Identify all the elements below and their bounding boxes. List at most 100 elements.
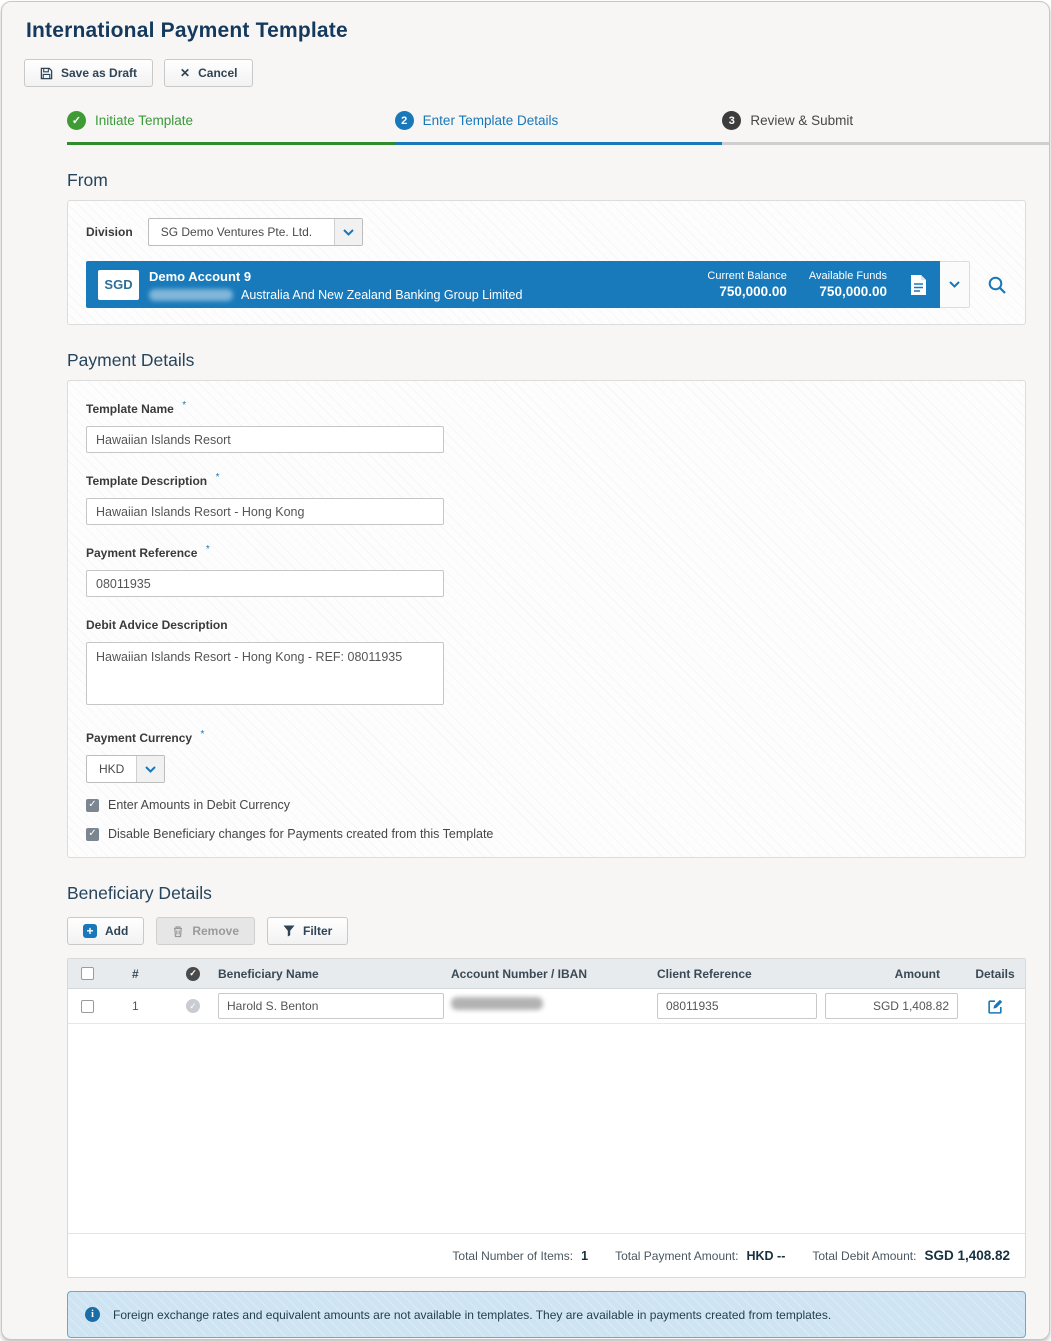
debit-advice-description-textarea[interactable]: Hawaiian Islands Resort - Hong Kong - RE… [86,642,444,705]
step-initiate-template[interactable]: ✓ Initiate Template [67,111,395,145]
payment-currency-value: HKD [87,756,136,782]
payment-reference-input[interactable] [86,570,444,597]
step-3-label: Review & Submit [750,113,853,128]
division-selected-value: SG Demo Ventures Pte. Ltd. [149,219,334,245]
total-debit-amount-value: SGD 1,408.82 [924,1248,1010,1263]
remove-beneficiary-button[interactable]: Remove [156,917,255,945]
beneficiary-table-header: # ✓ Beneficiary Name Account Number / IB… [68,959,1025,989]
checkbox-disable-beneficiary-changes[interactable]: ✓ [86,828,99,841]
save-as-draft-button[interactable]: Save as Draft [24,59,153,87]
account-expand-chevron-icon[interactable] [940,261,970,308]
select-all-checkbox[interactable] [81,967,94,980]
redacted-account-number [149,289,233,301]
template-description-label: Template Description [86,474,207,488]
template-description-input[interactable] [86,498,444,525]
chevron-down-icon[interactable] [334,219,362,245]
current-balance-label: Current Balance [707,270,787,282]
payment-currency-label: Payment Currency [86,731,192,745]
check-circle-icon: ✓ [67,111,86,130]
required-marker: * [216,472,220,483]
available-funds-value: 750,000.00 [809,284,887,299]
trash-icon [172,925,184,938]
table-empty-area [68,1024,1025,1233]
close-icon: ✕ [180,66,190,80]
header-details: Details [965,967,1025,981]
disable-beneficiary-changes-row: ✓ Disable Beneficiary changes for Paymen… [86,827,1007,841]
checkbox-enter-amounts-label: Enter Amounts in Debit Currency [108,798,290,812]
cancel-label: Cancel [198,66,237,80]
cancel-button[interactable]: ✕ Cancel [164,59,253,87]
template-name-input[interactable] [86,426,444,453]
account-row: SGD Demo Account 9 Australia And New Zea… [86,261,1007,308]
available-funds-label: Available Funds [809,270,887,282]
save-as-draft-label: Save as Draft [61,66,137,80]
beneficiary-table: # ✓ Beneficiary Name Account Number / IB… [67,958,1026,1278]
total-payment-amount-value: HKD -- [746,1249,785,1263]
checkbox-disable-beneficiary-label: Disable Beneficiary changes for Payments… [108,827,493,841]
remove-label: Remove [192,924,239,938]
table-totals-bar: Total Number of Items: 1 Total Payment A… [68,1233,1025,1277]
from-panel: Division SG Demo Ventures Pte. Ltd. SGD … [67,200,1026,325]
edit-details-icon[interactable] [987,998,1004,1015]
step-review-submit[interactable]: 3 Review & Submit [722,111,1050,145]
step-2-label: Enter Template Details [423,113,559,128]
verified-pending-icon: ✓ [186,999,200,1013]
division-select[interactable]: SG Demo Ventures Pte. Ltd. [148,218,363,246]
wizard-steps: ✓ Initiate Template 2 Enter Template Det… [67,111,1050,145]
currency-badge: SGD [98,270,139,300]
header-index: # [106,967,168,981]
selected-account-bar[interactable]: SGD Demo Account 9 Australia And New Zea… [86,261,940,308]
debit-advice-description-label: Debit Advice Description [86,618,228,632]
required-marker: * [201,729,205,740]
payment-details-panel: Template Name * Template Description * P… [67,380,1026,858]
amount-input[interactable] [825,993,958,1019]
page-title: International Payment Template [26,19,1049,43]
info-icon: i [85,1307,100,1322]
row-checkbox[interactable] [81,1000,94,1013]
add-beneficiary-button[interactable]: + Add [67,917,144,945]
header-amount: Amount [825,967,965,981]
total-payment-amount-label: Total Payment Amount: [615,1249,738,1263]
header-beneficiary-name: Beneficiary Name [218,967,451,981]
template-name-label: Template Name [86,402,174,416]
payment-reference-label: Payment Reference [86,546,197,560]
account-statement-icon[interactable] [909,274,928,296]
total-debit-amount-label: Total Debit Amount: [812,1249,916,1263]
payment-currency-select[interactable]: HKD [86,755,165,783]
beneficiary-table-row: 1 ✓ [68,989,1025,1024]
step-1-label: Initiate Template [95,113,193,128]
from-section-heading: From [67,170,1049,191]
account-name: Demo Account 9 [149,269,251,284]
client-reference-input[interactable] [657,993,817,1019]
bank-name: Australia And New Zealand Banking Group … [241,288,522,302]
header-account-number: Account Number / IBAN [451,967,657,981]
verified-icon: ✓ [186,967,200,981]
beneficiary-name-input[interactable] [218,993,444,1019]
redacted-account-number [451,997,543,1010]
beneficiary-toolbar: + Add Remove Filter [67,917,1049,945]
account-search-icon[interactable] [987,275,1007,295]
fx-info-text: Foreign exchange rates and equivalent am… [113,1308,831,1322]
chevron-down-icon[interactable] [136,756,164,782]
required-marker: * [206,544,210,555]
total-items-value: 1 [581,1249,588,1263]
save-icon [40,67,53,80]
plus-icon: + [83,924,97,938]
enter-amounts-debit-currency-row: ✓ Enter Amounts in Debit Currency [86,798,1007,812]
checkbox-enter-amounts-debit-currency[interactable]: ✓ [86,799,99,812]
add-label: Add [105,924,128,938]
current-balance-value: 750,000.00 [707,284,787,299]
step-enter-template-details[interactable]: 2 Enter Template Details [395,111,723,145]
header-client-reference: Client Reference [657,967,825,981]
filter-funnel-icon [283,925,295,937]
division-label: Division [86,225,133,239]
total-items-label: Total Number of Items: [452,1249,573,1263]
payment-details-heading: Payment Details [67,350,1049,371]
step-3-number-badge: 3 [722,111,741,130]
page-toolbar: Save as Draft ✕ Cancel [24,59,1049,87]
filter-button[interactable]: Filter [267,917,348,945]
step-2-number-badge: 2 [395,111,414,130]
international-payment-template-page: International Payment Template Save as D… [1,1,1050,1340]
beneficiary-details-heading: Beneficiary Details [67,883,1049,904]
required-marker: * [182,400,186,411]
